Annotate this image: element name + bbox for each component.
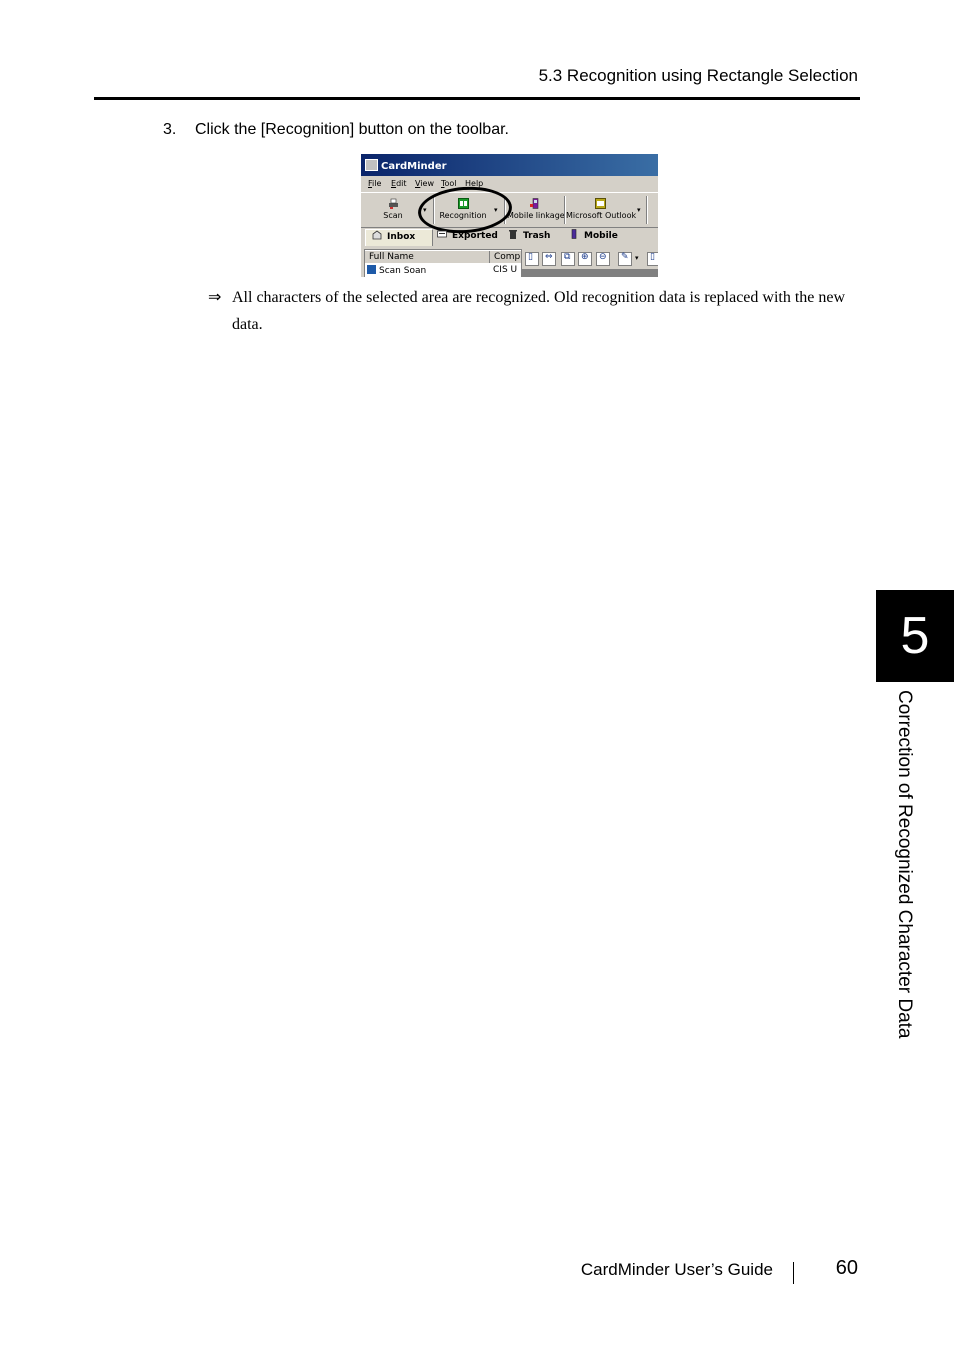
chapter-number-tab: 5 — [876, 590, 954, 682]
result-arrow: ⇒ — [208, 289, 222, 306]
footer-guide-title: CardMinder User’s Guide — [580, 1260, 773, 1279]
exported-icon — [437, 230, 447, 238]
header-rule — [94, 97, 860, 100]
tab-mobile[interactable]: Mobile — [569, 229, 629, 245]
step-text: Click the [Recognition] button on the to… — [195, 121, 509, 138]
inbox-icon — [372, 230, 382, 240]
menu-view[interactable]: View — [415, 179, 434, 188]
card-icon — [367, 265, 376, 274]
trash-icon — [509, 230, 517, 239]
window-titlebar: CardMinder — [361, 154, 658, 176]
scan-label: Scan — [383, 211, 403, 220]
chapter-title: Correction of Recognized Character Data — [894, 690, 915, 1039]
result-note: ⇒ All characters of the selected area ar… — [208, 284, 858, 338]
list-item[interactable]: Scan Soan — [367, 265, 426, 276]
step-instruction: 3. Click the [Recognition] button on the … — [163, 121, 509, 139]
outlook-dropdown-icon[interactable]: ▾ — [637, 206, 641, 214]
tab-inbox[interactable]: Inbox — [365, 229, 433, 246]
edit-icon[interactable]: ✎ — [618, 252, 632, 266]
fit-width-icon[interactable]: ⇔ — [542, 252, 556, 266]
tab-exported[interactable]: Exported — [437, 229, 501, 245]
page-icon[interactable]: ▯ — [525, 252, 539, 266]
toolbar-separator — [646, 196, 648, 224]
list-item-name: Scan Soan — [379, 266, 427, 276]
tab-inbox-label: Inbox — [387, 232, 416, 242]
preview-canvas — [522, 269, 658, 277]
scanner-icon — [388, 198, 398, 209]
preview-pane: ▯ ⇔ ⧉ ⊕ ⊖ ✎ ▾ ▯ — [522, 249, 658, 277]
zoom-in-icon[interactable]: ⊕ — [578, 252, 592, 266]
zoom-out-icon[interactable]: ⊖ — [596, 252, 610, 266]
menu-tool[interactable]: Tool — [441, 179, 457, 188]
header-section-title: 5.3 Recognition using Rectangle Selectio… — [538, 66, 858, 85]
cardminder-screenshot: CardMinder File Edit View Tool Help Scan… — [361, 154, 658, 277]
window-title: CardMinder — [381, 161, 447, 172]
column-header-company[interactable]: Comp — [490, 251, 522, 263]
mobile-linkage-button[interactable]: Mobile linkage — [507, 196, 565, 224]
card-list: Full Name Comp Scan Soan CIS U — [364, 249, 522, 277]
menu-file[interactable]: File — [368, 179, 381, 188]
tab-mobile-label: Mobile — [584, 231, 618, 241]
tab-trash[interactable]: Trash — [508, 229, 562, 245]
mobile-icon — [571, 229, 577, 239]
step-number: 3. — [163, 121, 177, 138]
outlook-icon — [594, 198, 606, 209]
list-item-company: CIS U — [493, 265, 518, 275]
microsoft-outlook-label: Microsoft Outlook — [566, 211, 637, 220]
app-icon — [365, 159, 378, 171]
tab-exported-label: Exported — [452, 231, 498, 241]
folder-tabs: Inbox Exported Trash Mobile — [361, 227, 658, 247]
scan-button[interactable]: Scan — [373, 196, 413, 224]
tab-trash-label: Trash — [523, 231, 551, 241]
result-text: All characters of the selected area are … — [232, 289, 846, 333]
view-icon[interactable]: ▯ — [647, 252, 658, 266]
menu-edit[interactable]: Edit — [391, 179, 407, 188]
menu-bar: File Edit View Tool Help — [361, 177, 658, 191]
edit-dropdown-icon[interactable]: ▾ — [635, 254, 639, 262]
footer-separator — [793, 1262, 794, 1284]
page-number: 60 — [835, 1257, 858, 1279]
column-header-full-name[interactable]: Full Name — [365, 251, 490, 263]
rectangle-select-icon[interactable]: ⧉ — [561, 252, 575, 266]
mobile-linkage-icon — [529, 198, 538, 209]
microsoft-outlook-button[interactable]: Microsoft Outlook — [566, 196, 637, 224]
mobile-linkage-label: Mobile linkage — [507, 211, 565, 220]
